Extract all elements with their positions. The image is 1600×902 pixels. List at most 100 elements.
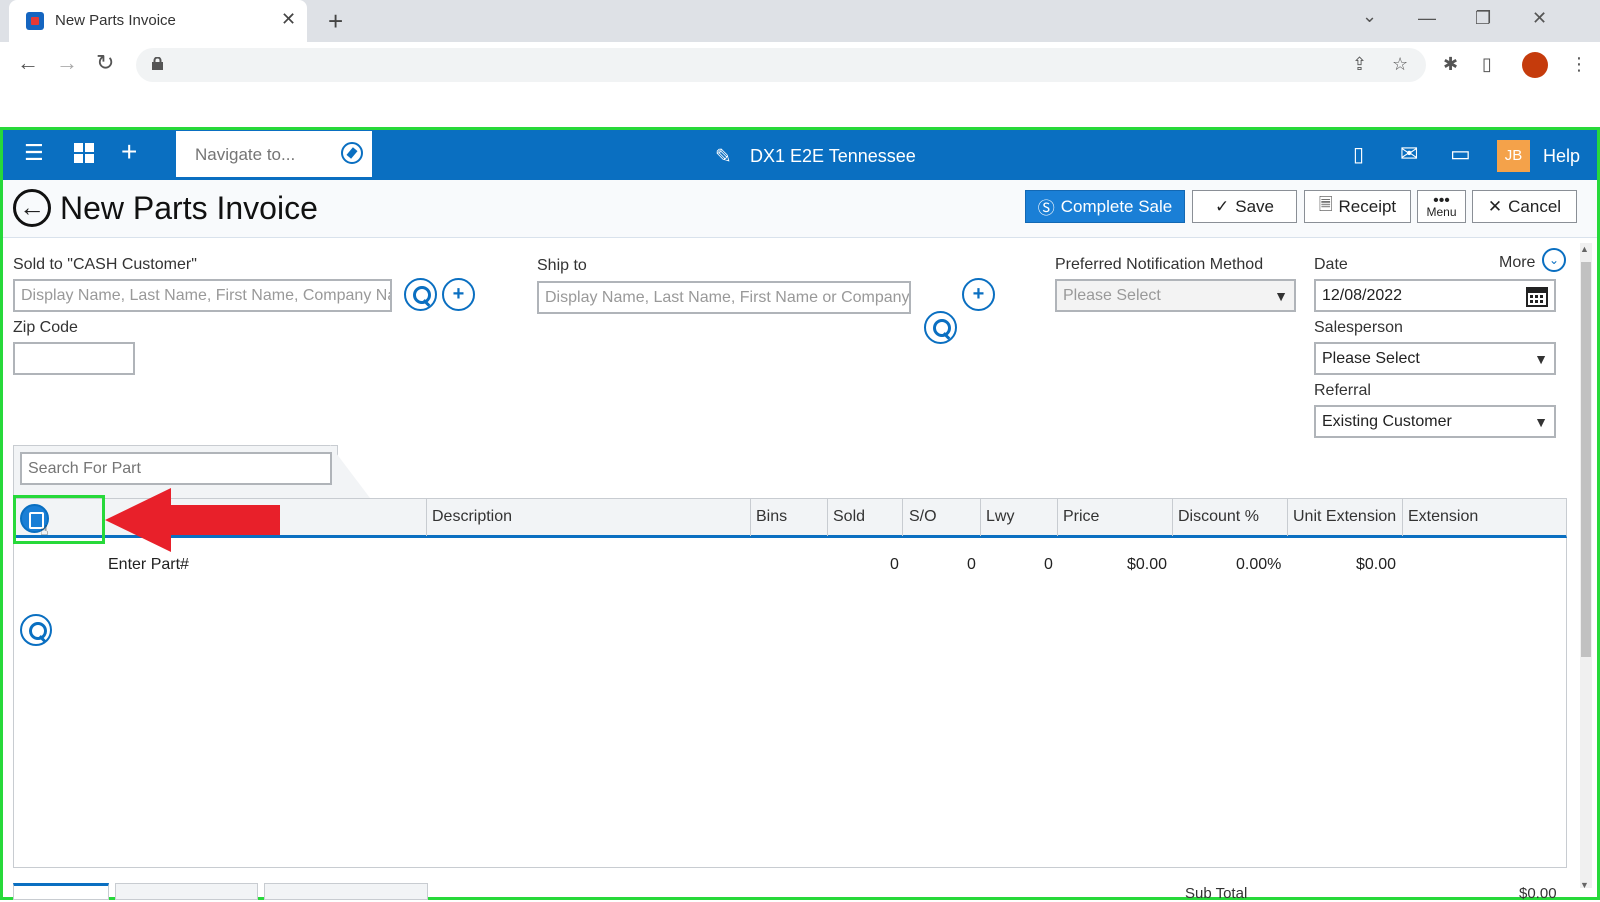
add-icon[interactable]: + — [121, 136, 137, 168]
grid-body — [13, 538, 1567, 868]
bottom-tab[interactable] — [264, 883, 428, 900]
notification-method-select[interactable]: Please Select ▼ — [1055, 279, 1296, 312]
hamburger-menu-icon[interactable]: ☰ — [24, 140, 44, 166]
ship-to-add-icon[interactable]: + — [962, 278, 995, 311]
bottom-tab[interactable] — [115, 883, 258, 900]
ship-to-search-icon[interactable] — [924, 311, 957, 344]
column-header-bins[interactable]: Bins — [756, 508, 787, 526]
sold-to-input[interactable]: Display Name, Last Name, First Name, Com… — [13, 279, 392, 312]
share-icon[interactable]: ⇪ — [1352, 54, 1367, 75]
extensions-icon[interactable]: ✱ — [1443, 54, 1458, 75]
row-search-icon[interactable] — [20, 614, 52, 646]
more-link[interactable]: More — [1499, 254, 1535, 272]
forward-arrow-icon[interactable]: → — [56, 50, 78, 76]
more-dots-icon: ••• — [1433, 191, 1450, 209]
browser-tab-title: New Parts Invoice — [55, 12, 176, 29]
cell-sold: 0 — [890, 556, 899, 573]
store-name: DX1 E2E Tennessee — [750, 146, 916, 166]
cell-unit-extension: $0.00 — [1356, 556, 1397, 573]
column-header-description[interactable]: Description — [432, 508, 512, 526]
zip-code-label: Zip Code — [13, 319, 78, 336]
tab-list-icon[interactable]: ⌄ — [1362, 6, 1377, 27]
column-header-lwy[interactable]: Lwy — [986, 508, 1014, 526]
bottom-tab[interactable] — [13, 883, 109, 900]
user-avatar[interactable]: JB — [1497, 140, 1530, 172]
zip-code-input[interactable] — [13, 342, 135, 375]
column-header-unit-extension[interactable]: Unit Extension — [1293, 508, 1396, 526]
part-number-input[interactable]: Enter Part# — [108, 556, 189, 574]
help-link[interactable]: Help — [1543, 146, 1580, 167]
salesperson-label: Salesperson — [1314, 319, 1403, 336]
compass-icon[interactable] — [341, 142, 363, 164]
reload-icon[interactable]: ↻ — [96, 50, 114, 76]
receipt-icon: 🗏 — [1318, 195, 1333, 214]
column-divider — [980, 498, 981, 536]
checkmark-icon: ✓ — [1215, 196, 1230, 216]
cell-price: $0.00 — [1127, 556, 1168, 573]
mobile-phone-icon[interactable]: ▯ — [1353, 142, 1364, 167]
calendar-icon[interactable] — [1526, 285, 1548, 307]
referral-select[interactable]: Existing Customer ▼ — [1314, 405, 1556, 438]
column-divider — [827, 498, 828, 536]
page-title: New Parts Invoice — [60, 190, 318, 226]
chevron-down-icon: ▼ — [1274, 287, 1288, 304]
column-header-extension[interactable]: Extension — [1408, 508, 1478, 526]
menu-button[interactable]: ••• Menu — [1417, 190, 1466, 223]
close-icon: ✕ — [1487, 196, 1503, 216]
lock-icon — [152, 57, 163, 70]
kebab-menu-icon[interactable]: ⋮ — [1570, 54, 1588, 75]
scroll-up-icon[interactable]: ▲ — [1580, 244, 1589, 254]
chevron-down-icon: ▼ — [1534, 413, 1548, 430]
cell-lwy: 0 — [1044, 556, 1053, 573]
expand-chevron-icon[interactable]: ⌄ — [1542, 248, 1566, 272]
column-header-discount[interactable]: Discount % — [1178, 508, 1259, 526]
apps-grid-icon[interactable] — [74, 143, 94, 168]
mail-icon[interactable]: ✉ — [1400, 141, 1418, 167]
column-divider — [426, 498, 427, 536]
cancel-button[interactable]: ✕ Cancel — [1472, 190, 1577, 223]
column-divider — [1172, 498, 1173, 536]
notification-method-label: Preferred Notification Method — [1055, 256, 1264, 273]
red-arrow-head — [105, 488, 171, 552]
column-divider — [750, 498, 751, 536]
scrollbar-thumb[interactable] — [1581, 262, 1591, 657]
complete-sale-button[interactable]: Ⓢ Complete Sale — [1025, 190, 1185, 223]
date-input[interactable]: 12/08/2022 — [1314, 279, 1556, 312]
sold-to-add-icon[interactable]: + — [442, 278, 475, 311]
column-divider — [1287, 498, 1288, 536]
navigate-input[interactable] — [195, 145, 335, 165]
restore-icon[interactable]: ❐ — [1475, 8, 1491, 29]
cell-discount: 0.00% — [1236, 556, 1282, 573]
subtotal-value: $0.00 — [1519, 885, 1557, 902]
sold-to-label: Sold to "CASH Customer" — [13, 256, 197, 273]
highlight-box — [13, 495, 105, 544]
window-close-icon[interactable]: ✕ — [1532, 8, 1547, 29]
back-circle-icon[interactable]: ← — [13, 189, 51, 227]
column-header-sold[interactable]: Sold — [833, 508, 865, 526]
new-tab-icon[interactable]: + — [328, 6, 343, 37]
bookmark-star-icon[interactable]: ☆ — [1392, 54, 1408, 75]
address-bar[interactable] — [136, 48, 1426, 82]
search-part-input[interactable] — [20, 452, 332, 485]
red-arrow-body — [170, 505, 280, 535]
chat-icon[interactable]: ▭ — [1450, 141, 1471, 167]
column-header-so[interactable]: S/O — [909, 508, 937, 526]
column-divider — [1057, 498, 1058, 536]
scroll-down-icon[interactable]: ▼ — [1580, 880, 1589, 890]
save-button[interactable]: ✓ Save — [1192, 190, 1297, 223]
receipt-button[interactable]: 🗏 Receipt — [1304, 190, 1411, 223]
profile-avatar[interactable] — [1522, 52, 1548, 78]
side-panel-icon[interactable]: ▯ — [1482, 54, 1492, 75]
dollar-circle-icon: Ⓢ — [1037, 199, 1055, 218]
chevron-down-icon: ▼ — [1534, 350, 1548, 367]
minimize-icon[interactable]: — — [1418, 8, 1436, 29]
ship-to-label: Ship to — [537, 257, 587, 274]
part-search-tab-slope — [330, 445, 370, 498]
sold-to-search-icon[interactable] — [404, 278, 437, 311]
salesperson-select[interactable]: Please Select ▼ — [1314, 342, 1556, 375]
back-arrow-icon[interactable]: ← — [17, 50, 39, 76]
ship-to-input[interactable]: Display Name, Last Name, First Name or C… — [537, 281, 911, 314]
column-header-price[interactable]: Price — [1063, 508, 1099, 526]
tab-close-icon[interactable]: ✕ — [281, 9, 296, 30]
pencil-icon[interactable]: ✎ — [715, 144, 732, 169]
